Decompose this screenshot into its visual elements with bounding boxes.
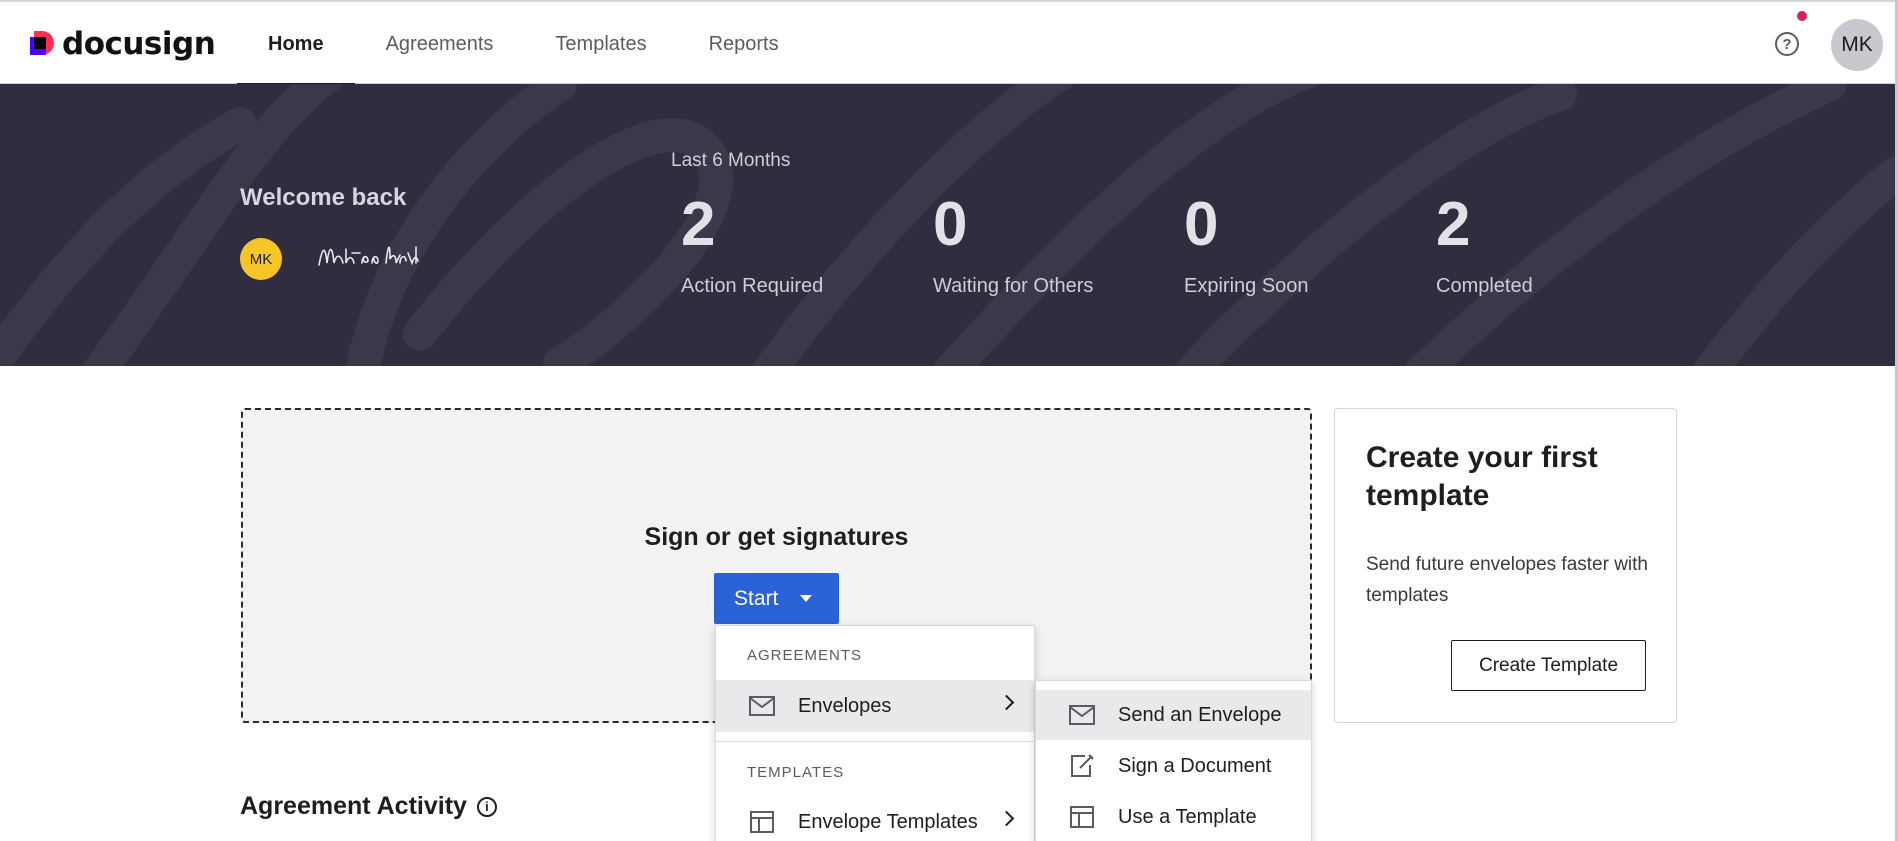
chevron-right-icon (998, 694, 1015, 711)
main-nav: Home Agreements Templates Reports (237, 2, 810, 87)
menu-item-envelope-templates[interactable]: Envelope Templates (716, 796, 1034, 841)
submenu-sign-document[interactable]: Sign a Document (1036, 741, 1311, 791)
tab-home[interactable]: Home (237, 2, 355, 87)
template-icon (1068, 805, 1096, 829)
logo-text: docusign (62, 26, 216, 62)
user-avatar: MK (240, 238, 282, 280)
submenu-item-label: Sign a Document (1118, 754, 1272, 777)
menu-divider (716, 741, 1034, 742)
menu-item-envelopes[interactable]: Envelopes (716, 680, 1034, 732)
stat-label: Action Required (681, 275, 824, 297)
stat-value: 0 (933, 190, 968, 259)
logo-mark-icon (30, 31, 56, 57)
template-card-title: Create your first template (1366, 441, 1598, 512)
stat-value: 2 (681, 190, 716, 259)
submenu-item-label: Send an Envelope (1118, 703, 1282, 726)
sign-title: Sign or get signatures (644, 523, 909, 551)
submenu-use-template[interactable]: Use a Template (1036, 792, 1311, 841)
signature-image (318, 246, 419, 266)
chevron-right-icon (998, 810, 1015, 827)
menu-item-label: Envelopes (798, 694, 892, 717)
start-dropdown-menu: AGREEMENTS Envelopes TEMPLATES Envelope … (715, 625, 1035, 841)
stat-expiring-soon[interactable]: 0 Expiring Soon (1184, 194, 1309, 298)
envelope-icon (748, 694, 776, 718)
stat-value: 0 (1184, 190, 1219, 259)
user-avatar-button[interactable]: MK (1831, 19, 1883, 71)
template-card-description: Send future envelopes faster with templa… (1366, 554, 1649, 606)
menu-heading-agreements: AGREEMENTS (747, 647, 863, 664)
start-label: Start (734, 586, 779, 610)
menu-heading-templates: TEMPLATES (747, 764, 845, 781)
stat-action-required[interactable]: 2 Action Required (681, 194, 823, 298)
top-bar: docusign Home Agreements Templates Repor… (0, 0, 1898, 87)
caret-down-icon (800, 595, 813, 602)
period-label: Last 6 Months (671, 150, 791, 171)
submenu-send-envelope[interactable]: Send an Envelope (1036, 690, 1311, 740)
stat-value: 2 (1436, 190, 1471, 259)
welcome-heading: Welcome back (240, 184, 407, 211)
stat-label: Expiring Soon (1184, 275, 1309, 297)
stat-label: Completed (1436, 275, 1533, 297)
menu-item-label: Envelope Templates (798, 810, 978, 833)
agreement-activity-heading: Agreement Activity i (240, 792, 497, 821)
start-button[interactable]: Start (714, 573, 839, 624)
welcome-banner: Welcome back MK Last 6 Months 2 Action R… (0, 84, 1895, 366)
stat-completed[interactable]: 2 Completed (1436, 194, 1533, 298)
stat-waiting-for-others[interactable]: 0 Waiting for Others (933, 194, 1093, 298)
edit-document-icon (1068, 754, 1096, 778)
envelope-icon (1068, 703, 1096, 727)
create-template-button[interactable]: Create Template (1451, 640, 1646, 691)
activity-title-text: Agreement Activity (240, 792, 467, 820)
docusign-logo[interactable]: docusign (30, 26, 216, 62)
submenu-item-label: Use a Template (1118, 805, 1257, 828)
envelopes-submenu: Send an Envelope Sign a Document Use a T… (1035, 680, 1312, 841)
stat-label: Waiting for Others (933, 275, 1094, 297)
info-icon[interactable]: i (476, 796, 497, 817)
notification-dot (1797, 11, 1807, 21)
create-template-card: Create your first template Send future e… (1334, 408, 1677, 723)
tab-templates[interactable]: Templates (524, 2, 677, 86)
tab-agreements[interactable]: Agreements (355, 2, 525, 86)
help-icon[interactable]: ? (1775, 32, 1799, 56)
template-icon (748, 810, 776, 834)
tab-reports[interactable]: Reports (678, 2, 810, 86)
